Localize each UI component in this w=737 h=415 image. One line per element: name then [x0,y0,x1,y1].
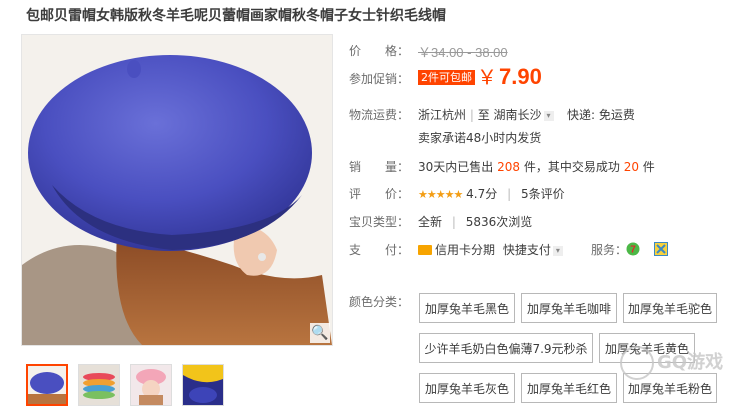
zoom-icon[interactable]: 🔍 [310,323,330,343]
sold-count: 208 [497,160,521,174]
ship-to[interactable]: 至 湖南长沙 [478,108,542,122]
guarantee-icon[interactable] [654,242,668,256]
item-condition: 全新 [418,215,443,229]
shipping-route: 浙江杭州 | 至 湖南长沙 ▾ [418,106,554,123]
quick-pay-link[interactable]: 快捷支付 [503,243,551,257]
item-type-label: 宝贝类型： [349,215,410,229]
original-price: ￥34.00 - 38.00 [418,45,508,60]
view-count: 5836次浏览 [465,215,533,229]
seven-day-return-icon[interactable]: 7 [626,242,640,256]
success-count: 20 [623,160,639,174]
rating-score: 4.7分 [466,187,498,201]
service-label: 服务： [591,243,628,257]
payment-label: 支 付： [349,243,410,257]
price-label: 价 格： [349,44,410,58]
thumbnail-4[interactable] [182,364,224,406]
promo-price: ￥7.90 [477,61,542,90]
color-option-camel[interactable]: 加厚兔羊毛驼色 [623,293,717,323]
color-option-red[interactable]: 加厚兔羊毛红色 [521,373,617,403]
product-title: 包邮贝雷帽女韩版秋冬羊毛呢贝蕾帽画家帽秋冬帽子女士针织毛线帽 [26,8,446,24]
color-label: 颜色分类： [349,295,410,309]
thumbnail-2[interactable] [78,364,120,406]
rating-info: ★★★★★ 4.7分 | 5条评价 [418,187,565,201]
sales-label: 销 量： [349,160,410,174]
sales-prefix: 30天内已售出 [418,160,494,174]
main-product-image[interactable]: 🔍 [21,34,333,346]
color-option-black[interactable]: 加厚兔羊毛黑色 [419,293,515,323]
item-type-info: 全新 | 5836次浏览 [418,215,533,229]
beret-photo [22,35,332,345]
payment-methods: 信用卡分期 快捷支付 ▾ [418,241,563,258]
rating-label: 评 价： [349,187,410,201]
thumbnail-3[interactable] [130,364,172,406]
promo-price-value: 7.90 [499,64,542,89]
svg-text:7: 7 [630,245,636,256]
credit-card-icon [418,245,432,255]
currency-symbol: ￥ [477,67,497,89]
review-count-link[interactable]: 5条评价 [521,187,565,201]
chevron-down-icon[interactable]: ▾ [543,111,554,121]
chevron-down-icon[interactable]: ▾ [552,246,563,256]
thumbnail-1[interactable] [26,364,68,406]
star-rating-icon: ★★★★★ [418,188,463,201]
sales-info: 30天内已售出 208 件，其中交易成功 20 件 [418,158,655,175]
shipping-method: 快递: 免运费 [567,108,635,122]
promo-label: 参加促销： [349,72,410,86]
ship-from: 浙江杭州 [418,108,467,122]
color-option-gray[interactable]: 加厚兔羊毛灰色 [419,373,515,403]
shipping-promise: 卖家承诺48小时内发货 [418,131,542,145]
sales-mid: 件，其中交易成功 [523,160,620,174]
promo-badge[interactable]: 2件可包邮 [418,70,475,85]
shipping-label: 物流运费： [349,108,410,122]
sales-suffix: 件 [642,160,655,174]
color-option-coffee[interactable]: 加厚兔羊毛咖啡 [521,293,617,323]
color-option-milk-white[interactable]: 少许羊毛奶白色偏薄7.9元秒杀 [419,333,593,363]
watermark-logo: GQ游戏 [620,346,723,380]
credit-installment-link[interactable]: 信用卡分期 [435,243,495,257]
